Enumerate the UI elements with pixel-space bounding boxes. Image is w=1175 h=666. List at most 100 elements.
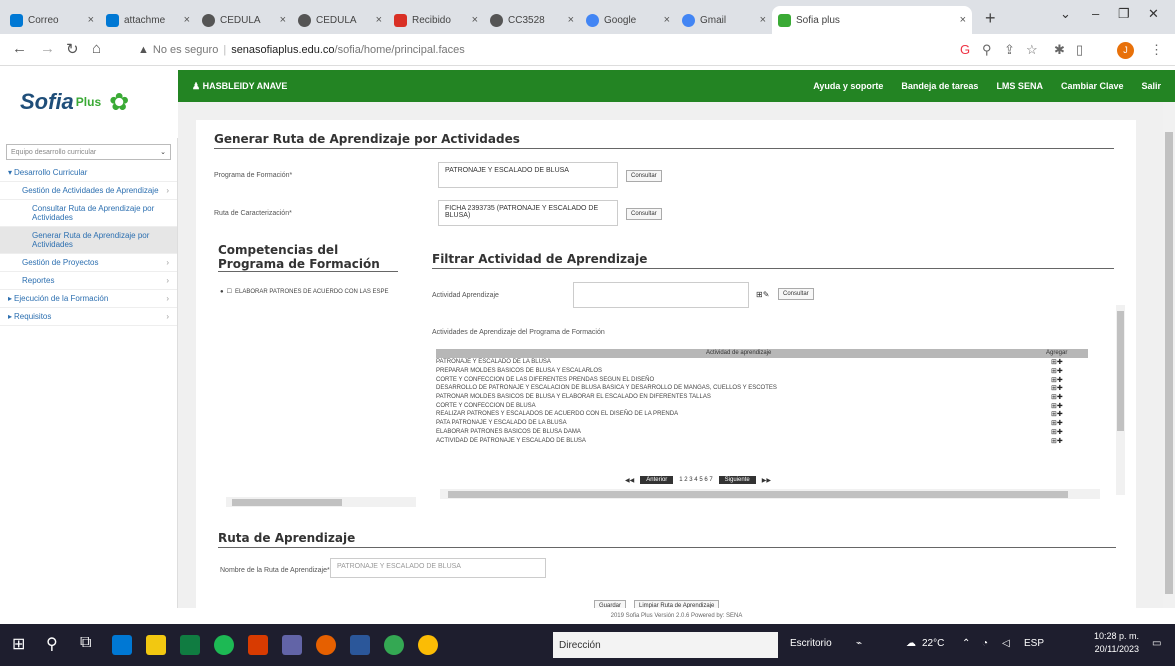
sidebar-item-generar-ruta[interactable]: Generar Ruta de Aprendizaje por Activida… xyxy=(0,227,177,254)
sidebar-item-requisitos[interactable]: ▸ Requisitos › xyxy=(0,308,177,326)
teams-icon[interactable] xyxy=(282,635,302,655)
table-row[interactable]: REALIZAR PATRONES Y ESCALADOS DE ACUERDO… xyxy=(436,410,1088,419)
page-scrollbar[interactable] xyxy=(1163,102,1175,608)
nombre-ruta-field[interactable]: PATRONAJE Y ESCALADO DE BLUSA xyxy=(330,558,546,578)
close-icon[interactable]: × xyxy=(84,14,94,26)
table-row[interactable]: CORTE Y CONFECCION DE BLUSA ⊞✚ xyxy=(436,401,1088,410)
sidebar-item-gestion-proyectos[interactable]: Gestión de Proyectos › xyxy=(0,254,177,272)
page-numbers[interactable]: 1 2 3 4 5 6 7 xyxy=(679,477,712,483)
notification-icon[interactable]: ▭ xyxy=(1152,638,1161,649)
extension-icon[interactable]: G xyxy=(960,42,970,57)
add-icon[interactable]: ⊞✚ xyxy=(1051,437,1063,445)
forward-icon[interactable]: → xyxy=(40,40,55,57)
close-icon[interactable]: × xyxy=(564,14,574,26)
add-icon[interactable]: ⊞✚ xyxy=(1051,402,1063,410)
scroll-thumb[interactable] xyxy=(1165,132,1173,594)
weather-temp[interactable]: 22°C xyxy=(922,638,944,649)
desktop-label[interactable]: Escritorio xyxy=(790,638,832,649)
restore-icon[interactable]: ❐ xyxy=(1118,6,1130,22)
close-icon[interactable]: × xyxy=(372,14,382,26)
first-page-icon[interactable]: ◀◀ xyxy=(625,477,634,484)
word-icon[interactable] xyxy=(350,635,370,655)
add-icon[interactable]: ⊞✚ xyxy=(1051,410,1063,418)
new-tab-icon[interactable]: + xyxy=(985,8,996,29)
file-explorer-icon[interactable] xyxy=(146,635,166,655)
sidebar-item-consultar-ruta[interactable]: Consultar Ruta de Aprendizaje por Activi… xyxy=(0,200,177,227)
clear-filter-icon[interactable]: ⊞✎ xyxy=(756,290,769,299)
table-vertical-scrollbar[interactable] xyxy=(1116,305,1125,495)
browser-tab[interactable]: CEDULA × xyxy=(196,6,292,34)
browser-tab[interactable]: Gmail × xyxy=(676,6,772,34)
browser-tab[interactable]: attachme × xyxy=(100,6,196,34)
last-page-icon[interactable]: ▶▶ xyxy=(762,477,771,484)
chrome-profile-icon[interactable] xyxy=(418,635,438,655)
browser-tab-active[interactable]: Sofia plus × xyxy=(772,6,972,34)
checkbox[interactable]: ☐ xyxy=(227,288,232,295)
table-row[interactable]: PATRONAJE Y ESCALADO DE LA BLUSA ⊞✚ xyxy=(436,358,1088,367)
add-icon[interactable]: ⊞✚ xyxy=(1051,376,1063,384)
zoom-icon[interactable]: ⚲ xyxy=(982,42,992,58)
tab-search-icon[interactable]: ⌄ xyxy=(1060,6,1071,22)
consultar-programa-button[interactable]: Consultar xyxy=(626,170,662,182)
home-icon[interactable]: ⌂ xyxy=(92,40,101,57)
scroll-thumb[interactable] xyxy=(1117,311,1124,431)
excel-icon[interactable] xyxy=(180,635,200,655)
user-name[interactable]: ♟ HASBLEIDY ANAVE xyxy=(192,81,287,92)
add-icon[interactable]: ⊞✚ xyxy=(1051,384,1063,392)
horizontal-scrollbar[interactable] xyxy=(226,497,416,507)
profile-avatar[interactable]: J xyxy=(1117,42,1134,59)
sidebar-item-desarrollo-curricular[interactable]: ▾ Desarrollo Curricular xyxy=(0,164,177,182)
warning-icon[interactable]: ▲ xyxy=(138,44,149,56)
share-icon[interactable]: ⇪ xyxy=(1004,42,1015,58)
next-page-button[interactable]: Siguiente xyxy=(718,476,756,484)
extensions-icon[interactable]: ✱ xyxy=(1054,42,1065,58)
table-row[interactable]: ACTIVIDAD DE PATRONAJE Y ESCALADO DE BLU… xyxy=(436,436,1088,445)
table-row[interactable]: PATA PATRONAJE Y ESCALADO DE LA BLUSA ⊞✚ xyxy=(436,419,1088,428)
table-row[interactable]: CORTE Y CONFECCION DE LAS DIFERENTES PRE… xyxy=(436,375,1088,384)
scroll-thumb[interactable] xyxy=(232,499,342,506)
back-icon[interactable]: ← xyxy=(12,40,27,57)
add-icon[interactable]: ⊞✚ xyxy=(1051,367,1063,375)
url-field[interactable]: ▲ No es seguro | senasofiaplus.edu.co /s… xyxy=(138,40,938,60)
browser-tab[interactable]: Correo × xyxy=(4,6,100,34)
menu-icon[interactable]: ⋮ xyxy=(1150,42,1163,58)
browser-tab[interactable]: Google × xyxy=(580,6,676,34)
competencia-item[interactable]: ● ☐ ELABORAR PATRONES DE ACUERDO CON LAS… xyxy=(220,288,389,296)
scroll-thumb[interactable] xyxy=(448,491,1068,498)
lms-link[interactable]: LMS SENA xyxy=(996,81,1043,91)
task-view-icon[interactable]: ⧉ xyxy=(80,634,91,652)
actividad-input[interactable] xyxy=(573,282,749,308)
windows-start-icon[interactable]: ⊞ xyxy=(12,634,25,654)
clock[interactable]: 10:28 p. m. 20/11/2023 xyxy=(1094,630,1139,656)
volume-icon[interactable]: ◁ xyxy=(1002,638,1010,649)
prev-page-button[interactable]: Anterior xyxy=(640,476,674,484)
chevron-up-icon[interactable]: ⌃ xyxy=(962,638,970,649)
table-row[interactable]: PATRONAR MOLDES BASICOS DE BLUSA Y ELABO… xyxy=(436,393,1088,402)
table-row[interactable]: ELABORAR PATRONES BASICOS DE BLUSA DAMA ⊞… xyxy=(436,428,1088,437)
browser-tab[interactable]: Recibido × xyxy=(388,6,484,34)
logout-link[interactable]: Salir xyxy=(1141,81,1161,91)
table-row[interactable]: PREPARAR MOLDES BASICOS DE BLUSA Y ESCAL… xyxy=(436,367,1088,376)
reload-icon[interactable]: ↻ xyxy=(66,40,79,58)
table-horizontal-scrollbar[interactable] xyxy=(440,489,1100,499)
close-icon[interactable]: × xyxy=(468,14,478,26)
language-indicator[interactable]: ESP xyxy=(1024,638,1044,649)
chrome-icon[interactable] xyxy=(384,635,404,655)
close-icon[interactable]: × xyxy=(956,14,966,26)
search-icon[interactable]: ⚲ xyxy=(46,634,58,654)
table-row[interactable]: DESARROLLO DE PATRONAJE Y ESCALACION DE … xyxy=(436,384,1088,393)
programa-field[interactable]: PATRONAJE Y ESCALADO DE BLUSA xyxy=(438,162,618,188)
powerpoint-icon[interactable] xyxy=(248,635,268,655)
ruta-caracterizacion-field[interactable]: FICHA 2393735 (PATRONAJE Y ESCALADO DE B… xyxy=(438,200,618,226)
add-icon[interactable]: ⊞✚ xyxy=(1051,393,1063,401)
mail-app-icon[interactable] xyxy=(112,635,132,655)
close-icon[interactable]: × xyxy=(660,14,670,26)
sidebar-item-ejecucion[interactable]: ▸ Ejecución de la Formación › xyxy=(0,290,177,308)
help-link[interactable]: Ayuda y soporte xyxy=(813,81,883,91)
sidepanel-icon[interactable]: ▯ xyxy=(1076,42,1083,58)
sidebar-item-gestion-actividades[interactable]: Gestión de Actividades de Aprendizaje › xyxy=(0,182,177,200)
browser-tab[interactable]: CC3528 × xyxy=(484,6,580,34)
add-icon[interactable]: ⊞✚ xyxy=(1051,428,1063,436)
add-icon[interactable]: ⊞✚ xyxy=(1051,419,1063,427)
star-icon[interactable]: ☆ xyxy=(1026,42,1038,58)
